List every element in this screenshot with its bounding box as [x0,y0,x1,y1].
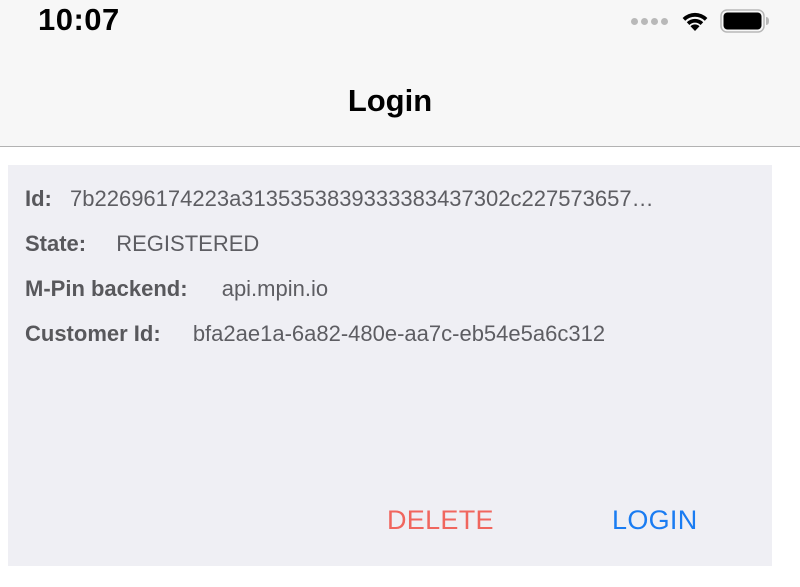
delete-button[interactable]: DELETE [387,505,494,536]
backend-value: api.mpin.io [221,276,329,301]
status-time: 10:07 [38,2,120,37]
login-button[interactable]: LOGIN [612,505,698,536]
user-card: Id: 7b22696174223a3135353839333383437302… [8,165,772,566]
backend-row: M-Pin backend: api.mpin.io [25,276,328,302]
state-label: State: [25,231,87,256]
wifi-icon [682,12,708,31]
user-id-row: Id: 7b22696174223a3135353839333383437302… [25,186,654,212]
backend-label: M-Pin backend: [25,276,188,301]
user-id-value: 7b22696174223a3135353839333383437302c227… [70,186,654,211]
state-value: REGISTERED [116,231,260,256]
status-icons [631,8,770,34]
navigation-bar: Login [0,44,800,147]
customer-id-label: Customer Id: [25,321,161,346]
customer-id-row: Customer Id: bfa2ae1a-6a82-480e-aa7c-eb5… [25,321,605,347]
user-id-label: Id: [25,186,52,211]
customer-id-value: bfa2ae1a-6a82-480e-aa7c-eb54e5a6c312 [192,321,606,346]
page-title: Login [347,83,433,118]
cellular-dots-icon [631,17,668,25]
battery-icon [720,9,769,33]
status-bar: 10:07 [0,0,800,44]
state-row: State: REGISTERED [25,231,259,257]
